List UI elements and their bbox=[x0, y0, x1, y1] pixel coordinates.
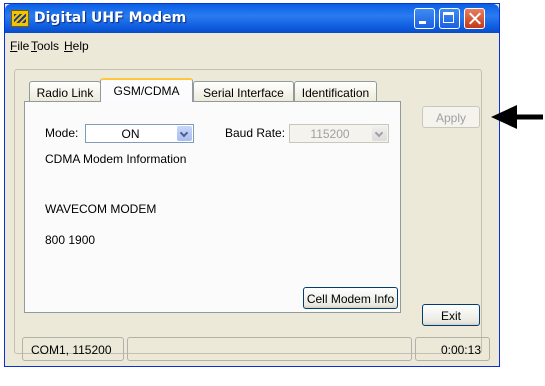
cdma-info-heading: CDMA Modem Information bbox=[45, 152, 187, 166]
cell-modem-info-button[interactable]: Cell Modem Info bbox=[303, 287, 398, 309]
annotation-arrow-apply bbox=[491, 105, 543, 129]
mode-select[interactable]: ON bbox=[85, 124, 194, 143]
cell-modem-info-label: Cell Modem Info bbox=[306, 292, 395, 306]
baud-rate-label: Baud Rate: bbox=[225, 126, 286, 140]
chevron-down-icon[interactable] bbox=[177, 126, 192, 141]
chevron-down-icon bbox=[372, 126, 387, 141]
modem-bands: 800 1900 bbox=[45, 233, 96, 247]
modem-name: WAVECOM MODEM bbox=[45, 202, 157, 216]
mode-select-value: ON bbox=[121, 127, 140, 141]
baud-rate-select: 115200 bbox=[289, 124, 389, 143]
tab-gsm-cdma-label: GSM/CDMA bbox=[113, 84, 180, 98]
gsm-cdma-tab-page: Mode: ON Baud Rate: 115200 CDMA Modem In… bbox=[24, 101, 401, 313]
tab-gsm-cdma[interactable]: GSM/CDMA bbox=[100, 78, 193, 102]
baud-rate-value: 115200 bbox=[310, 127, 350, 141]
mode-label: Mode: bbox=[45, 126, 79, 140]
